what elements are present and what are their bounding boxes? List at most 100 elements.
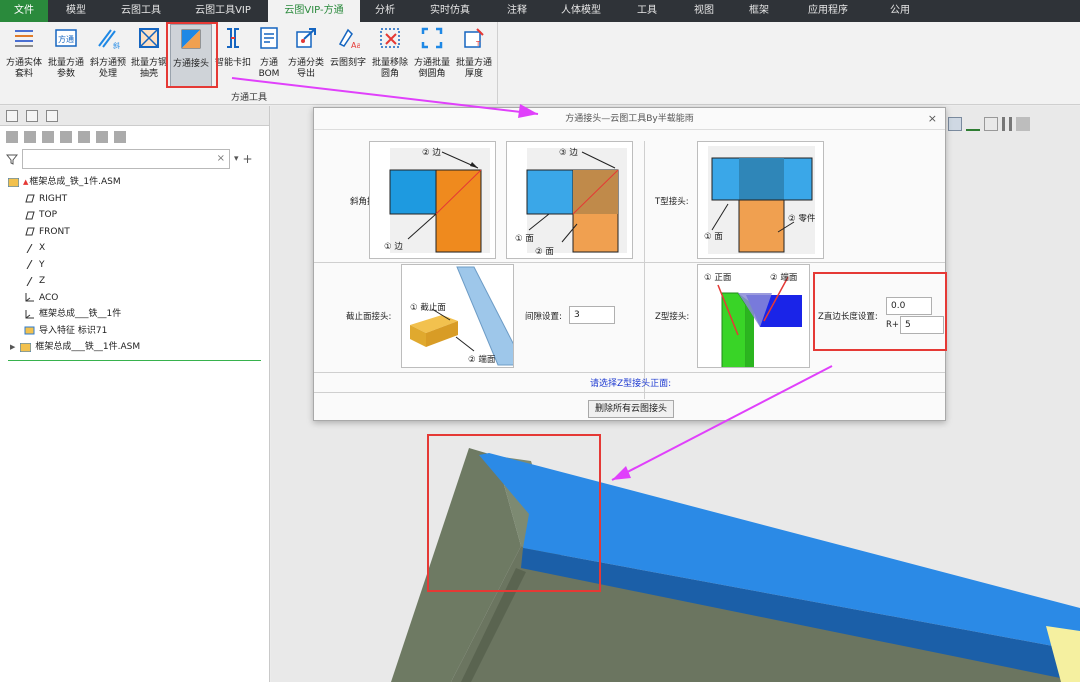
tab-view[interactable]: 视图: [676, 0, 732, 22]
tree-display-icon[interactable]: [78, 131, 90, 143]
folder-tab-icon[interactable]: [26, 109, 38, 122]
export-icon: [296, 28, 316, 48]
close-icon[interactable]: ×: [928, 108, 937, 130]
filter-funnel-icon[interactable]: [6, 153, 18, 165]
tree-filter-row: × ▾ +: [0, 148, 269, 170]
tree-item[interactable]: Y: [0, 257, 269, 274]
dialog-title: 方通接头—云图工具By半载能雨: [565, 114, 694, 124]
dialog-row-divider: [314, 372, 945, 373]
joint-dialog: 方通接头—云图工具By半载能雨 × 斜角接头: ② 边 ① 边 ③ 边 ① 面 …: [313, 107, 946, 421]
bom-icon: [260, 27, 278, 49]
thickness-icon: T: [464, 28, 484, 48]
datum-display-icon[interactable]: [966, 117, 980, 131]
tree-item[interactable]: ▲ 框架总成_铁_1件.ASM: [0, 174, 269, 191]
tree-settings-icon[interactable]: [24, 131, 36, 143]
nesting-button[interactable]: 方通实体 套料: [4, 24, 44, 88]
axis-icon: [26, 260, 33, 270]
delete-all-joints-button[interactable]: 删除所有云图接头: [588, 400, 674, 418]
assembly-icon: [8, 177, 19, 187]
search-tree-icon[interactable]: [114, 131, 126, 143]
dialog-row-divider: [314, 392, 945, 393]
batch-params-button[interactable]: 方通 批量方通 参数: [46, 24, 86, 88]
tab-realtime-sim[interactable]: 实时仿真: [410, 0, 490, 22]
tree-filter-icon[interactable]: [60, 131, 72, 143]
model-tree-tab-icon[interactable]: [6, 109, 18, 122]
tree-item[interactable]: ▶ 框架总成___铁__1件.ASM: [0, 339, 269, 356]
tab-analysis[interactable]: 分析: [360, 0, 410, 22]
tab-model[interactable]: 模型: [48, 0, 104, 22]
pause-icon[interactable]: [1002, 117, 1012, 131]
tab-cloud-tools[interactable]: 云图工具: [104, 0, 178, 22]
oblique-tube-icon: 斜: [98, 29, 120, 50]
expand-arrow-icon[interactable]: ▶: [10, 339, 15, 356]
batch-remove-fillet-button[interactable]: 批量移除 圆角: [370, 24, 410, 88]
tab-annotate[interactable]: 注释: [490, 0, 544, 22]
layer-icon[interactable]: [6, 131, 18, 143]
dialog-divider: [644, 141, 645, 399]
tab-cloud-tools-vip[interactable]: 云图工具VIP: [178, 0, 268, 22]
z-joint-label: Z型接头:: [655, 312, 690, 322]
csys-icon: [25, 293, 34, 302]
tab-tools[interactable]: 工具: [618, 0, 676, 22]
favorites-tab-icon[interactable]: [46, 109, 58, 122]
classify-export-button[interactable]: 方通分类 导出: [286, 24, 326, 88]
tree-item[interactable]: FRONT: [0, 224, 269, 241]
svg-text:Aa: Aa: [351, 41, 360, 50]
batch-thickness-button[interactable]: T 批量方通 厚度: [454, 24, 494, 88]
tree-item[interactable]: TOP: [0, 207, 269, 224]
bom-button[interactable]: 方通 BOM: [252, 24, 286, 88]
axis-icon: [26, 276, 33, 286]
oblique-preprocess-button[interactable]: 斜 斜方通预 处理: [88, 24, 128, 88]
import-feature-icon: [24, 326, 35, 335]
bevel-joint-edge-option[interactable]: ② 边 ① 边: [369, 141, 496, 259]
cut-joint-option[interactable]: ① 截止面 ② 端面: [401, 264, 514, 368]
highlight-joint-result: [427, 434, 601, 592]
tree-item[interactable]: 框架总成___铁__1件: [0, 306, 269, 323]
t-joint-option[interactable]: ② 零件 ① 面: [697, 141, 824, 259]
svg-text:斜: 斜: [113, 41, 120, 50]
clear-icon[interactable]: ×: [217, 153, 225, 164]
gap-label: 间隙设置:: [525, 312, 562, 322]
tree-item[interactable]: 导入特征 标识71: [0, 323, 269, 340]
tab-file[interactable]: 文件: [0, 0, 48, 22]
show-icon[interactable]: [96, 131, 108, 143]
dropdown-arrow-icon[interactable]: ▾: [234, 154, 239, 164]
tree-search-input[interactable]: ×: [22, 149, 230, 169]
batch-fillet-button[interactable]: 方通批量 倒圆角: [412, 24, 452, 88]
add-icon[interactable]: +: [243, 152, 253, 166]
menu-bar: 文件 模型 云图工具 云图工具VIP 云图VIP-方通 分析 实时仿真 注释 人…: [0, 0, 1080, 22]
smart-clip-button[interactable]: 智能卡扣: [214, 24, 252, 88]
tab-public[interactable]: 公用: [870, 0, 930, 22]
tab-applications[interactable]: 应用程序: [786, 0, 870, 22]
batch-shell-button[interactable]: 批量方钢 抽壳: [130, 24, 168, 88]
fangtong-tag-icon: 方通: [55, 29, 77, 47]
tree-item[interactable]: Z: [0, 273, 269, 290]
assembly-icon: [20, 342, 32, 352]
engrave-button[interactable]: Aa 云图刻字: [328, 24, 368, 88]
tab-cloud-vip-fangtong[interactable]: 云图VIP-方通: [268, 0, 360, 22]
tab-human-model[interactable]: 人体模型: [544, 0, 618, 22]
tab-frame[interactable]: 框架: [732, 0, 786, 22]
t-joint-label: T型接头:: [655, 197, 689, 207]
ribbon: 方通实体 套料 方通 批量方通 参数 斜 斜方通预 处理 批量方钢 抽壳 方通接头 智能…: [0, 22, 1080, 105]
tree-item[interactable]: ACO: [0, 290, 269, 307]
ribbon-group-fangtong-tools: 方通实体 套料 方通 批量方通 参数 斜 斜方通预 处理 批量方钢 抽壳 方通接头 智能…: [0, 22, 498, 105]
engrave-text-icon: Aa: [338, 28, 361, 50]
bevel-joint-face-option[interactable]: ③ 边 ① 面 ② 面: [506, 141, 633, 259]
gap-input[interactable]: 3: [569, 306, 615, 324]
svg-text:方通: 方通: [58, 34, 74, 44]
view-style-icon[interactable]: [948, 117, 962, 131]
tree-toolbar: [0, 126, 269, 148]
svg-text:T: T: [475, 40, 481, 48]
insert-here-line[interactable]: [8, 359, 261, 361]
tree-item[interactable]: X: [0, 240, 269, 257]
ribbon-group-title: 方通工具: [230, 93, 267, 103]
fillet-corner-icon: [421, 27, 443, 49]
display-icon[interactable]: [1016, 117, 1030, 131]
shell-box-icon: [139, 28, 159, 48]
tree-columns-icon[interactable]: [42, 131, 54, 143]
z-joint-option[interactable]: ① 正面 ② 端面: [697, 264, 810, 368]
csys-icon: [25, 309, 34, 319]
orient-icon[interactable]: [984, 117, 998, 131]
tree-item[interactable]: RIGHT: [0, 191, 269, 208]
